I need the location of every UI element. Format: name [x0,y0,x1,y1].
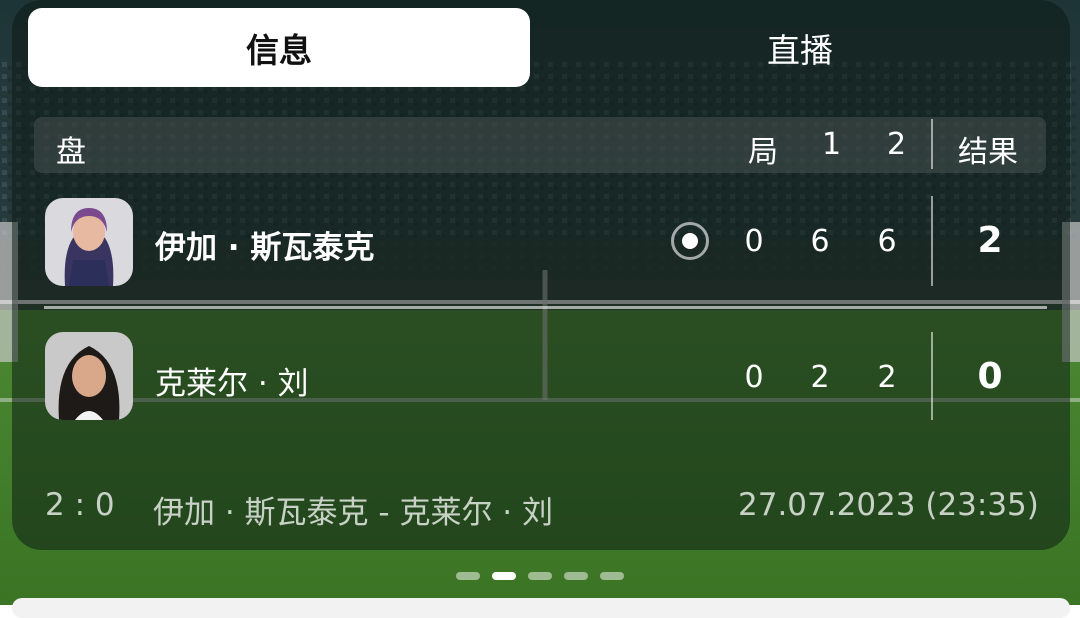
match-card: 信息 直播 盘 局 1 2 结果 伊加 · 斯瓦泰克 0 6 6 2 克莱尔 ·… [12,0,1070,550]
next-card-edge [12,598,1070,618]
tab-info[interactable]: 信息 [28,8,530,87]
player2-result: 0 [977,356,1003,397]
score-header: 盘 局 1 2 结果 [34,117,1046,173]
row-separator [44,306,1047,309]
set2-label: 2 [887,127,907,162]
page-dot[interactable] [456,572,480,580]
page-dot[interactable] [564,572,588,580]
tab-live[interactable]: 直播 [542,8,1058,87]
serve-indicator-icon [671,222,709,260]
row2-divider [931,332,933,420]
player1-game: 0 [744,224,764,259]
player1-name: 伊加 · 斯瓦泰克 [155,230,375,266]
set1-label: 1 [822,127,842,162]
match-datetime: 27.07.2023 (23:35) [738,487,1039,523]
match-title: 伊加 · 斯瓦泰克 - 克莱尔 · 刘 [153,495,554,531]
player1-set1: 6 [810,224,830,259]
avatar [45,198,133,286]
player2-set1: 2 [810,360,830,395]
set-label: 盘 [56,135,86,170]
page-dot-active[interactable] [492,572,516,580]
avatar [45,332,133,420]
page-dot[interactable] [600,572,624,580]
page-dot[interactable] [528,572,552,580]
page-indicator[interactable] [456,572,624,580]
player2-game: 0 [744,360,764,395]
tab-live-label: 直播 [767,30,833,70]
tab-bar: 信息 直播 [12,0,1070,90]
player1-result: 2 [977,220,1003,261]
player2-name: 克莱尔 · 刘 [155,366,309,402]
final-score: 2 : 0 [45,487,115,523]
game-label: 局 [748,135,778,170]
row1-divider [931,196,933,286]
result-label: 结果 [958,135,1018,170]
player1-avatar-icon [45,198,133,286]
header-divider [931,119,933,169]
player2-avatar-icon [45,332,133,420]
player1-set2: 6 [877,224,897,259]
player2-set2: 2 [877,360,897,395]
tab-info-label: 信息 [246,30,312,70]
